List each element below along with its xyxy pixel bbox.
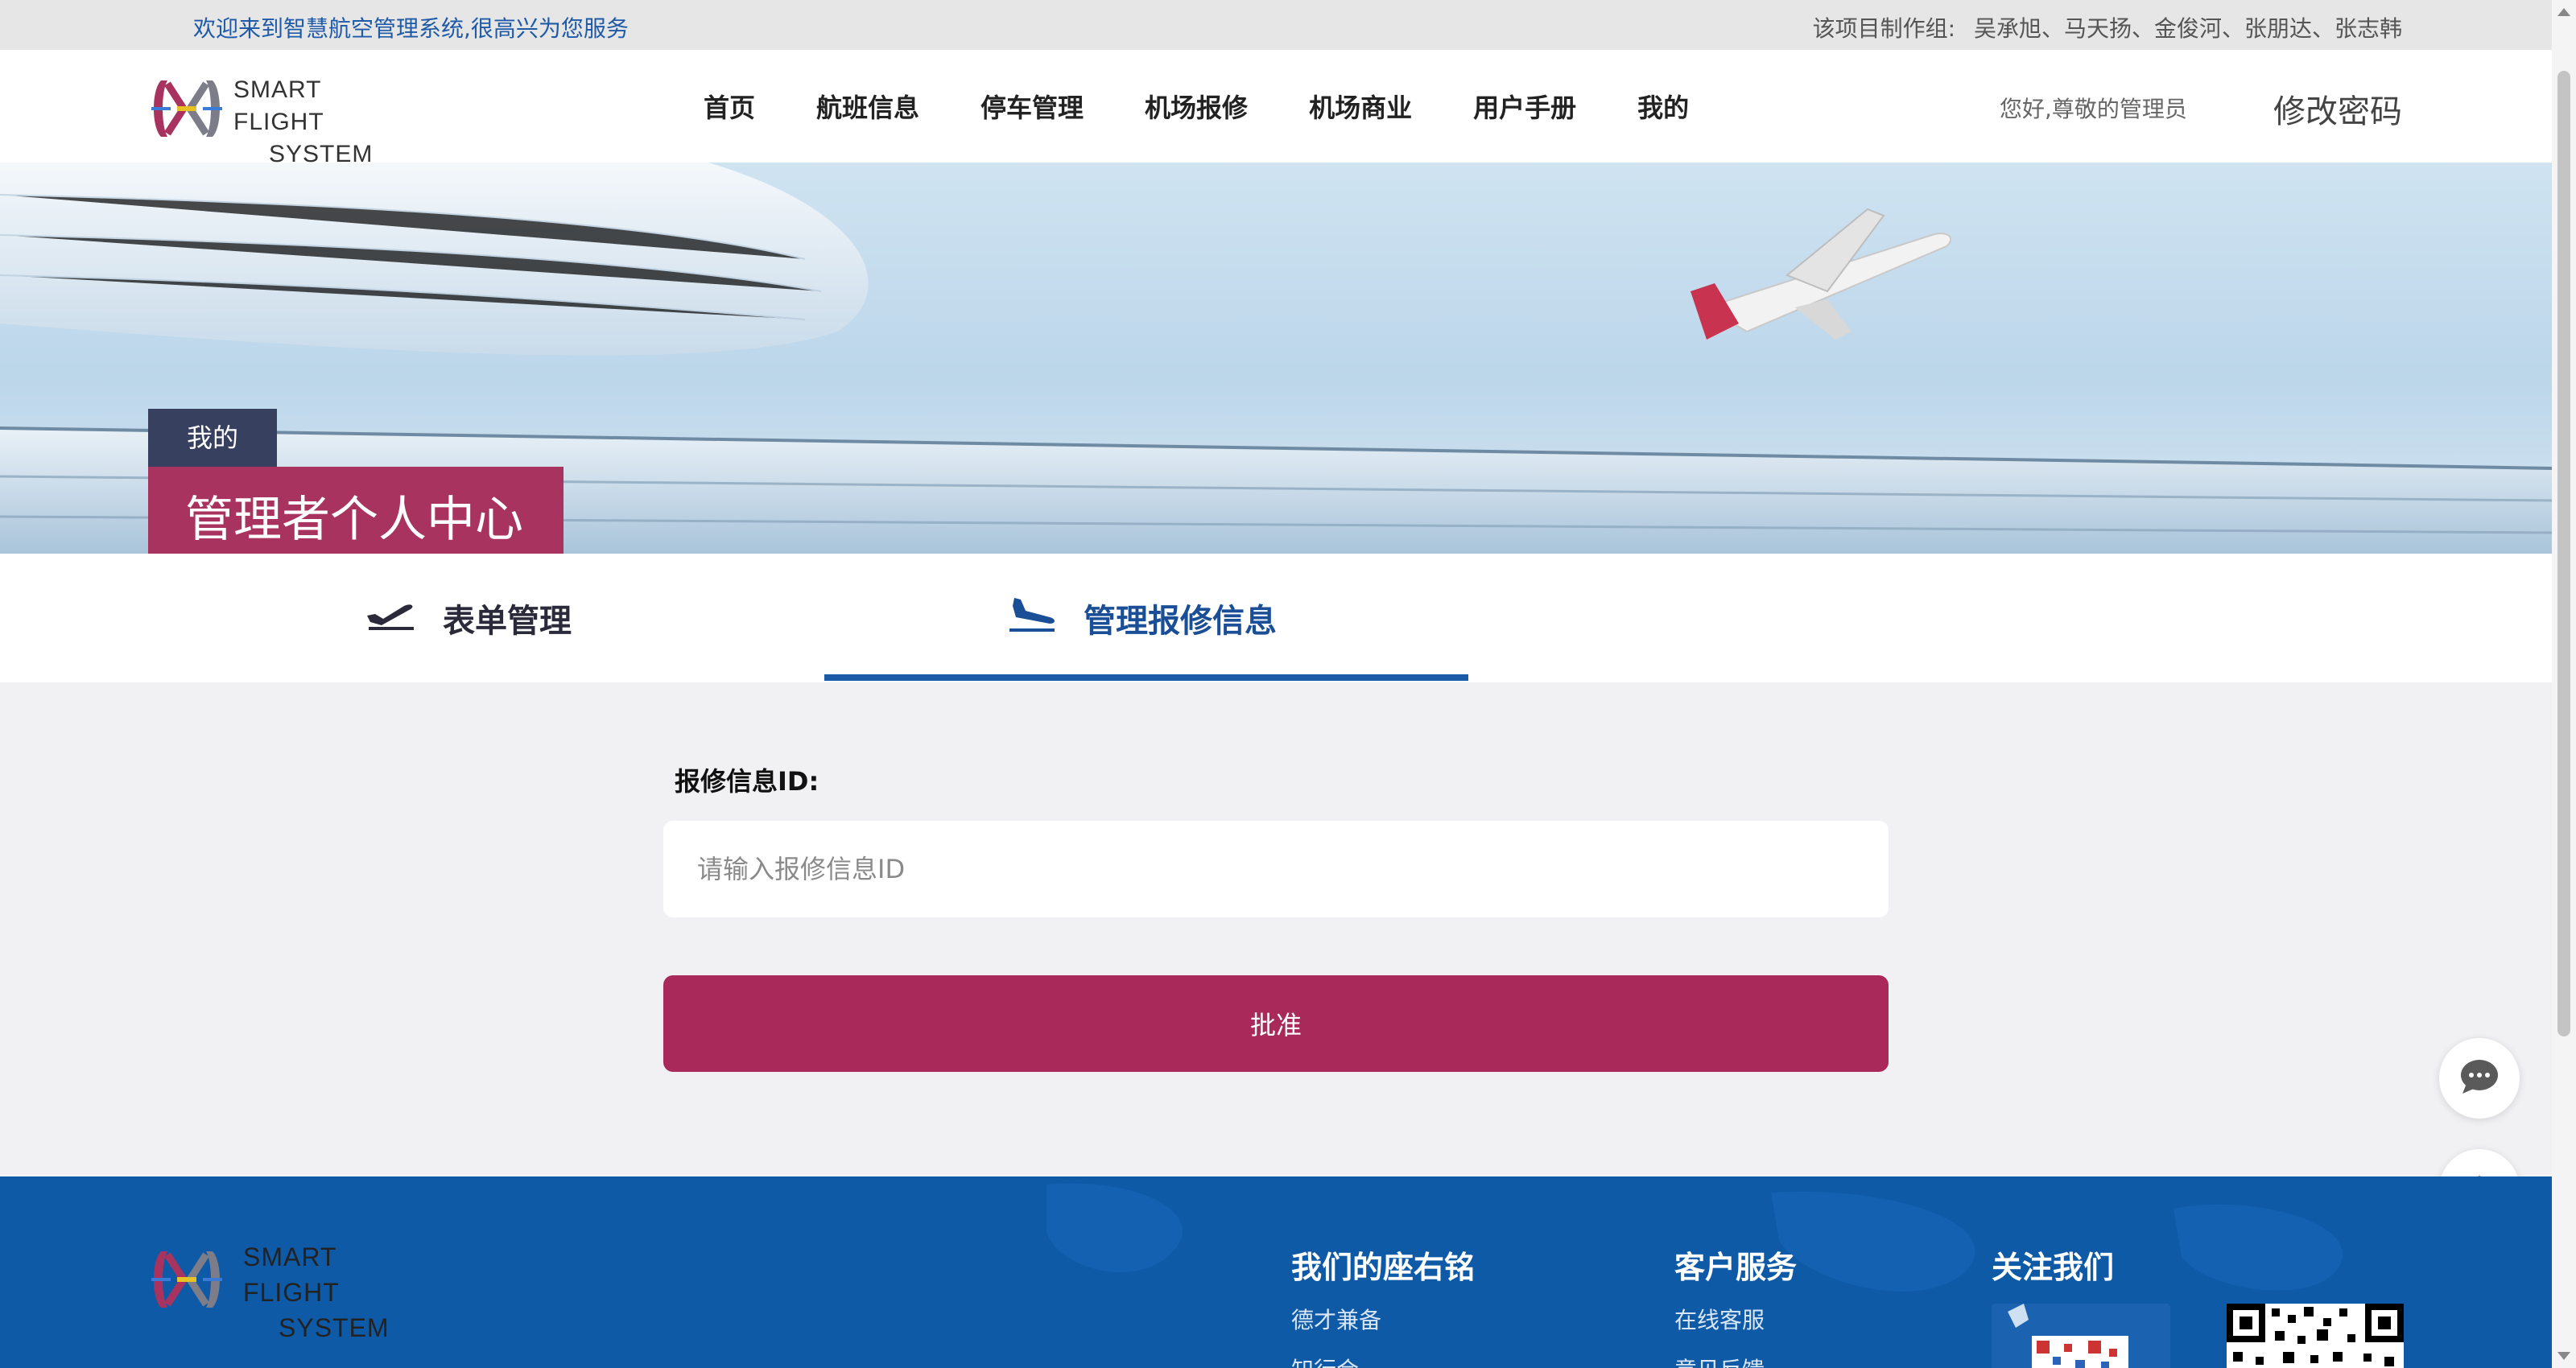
nav-airport-business[interactable]: 机场商业 [1309, 88, 1412, 125]
qr-code-icon [2227, 1304, 2404, 1368]
section-tabs: 表单管理 管理报修信息 [0, 554, 2552, 682]
repair-id-label: 报修信息ID: [675, 766, 819, 797]
wechat-qr-code-icon [1992, 1304, 2170, 1368]
site-logo[interactable]: SMART FLIGHT SYSTEM [147, 72, 404, 167]
site-header: SMART FLIGHT SYSTEM 首页 航班信息 停车管理 机场报修 机场… [0, 50, 2552, 167]
nav-user-manual[interactable]: 用户手册 [1473, 88, 1576, 125]
nav-home[interactable]: 首页 [704, 88, 755, 125]
nav-parking[interactable]: 停车管理 [980, 88, 1084, 125]
credits-names: 吴承旭、马天扬、金俊河、张朋达、张志韩 [1973, 15, 2402, 42]
top-info-bar: 欢迎来到智慧航空管理系统,很高兴为您服务 该项目制作组: 吴承旭、马天扬、金俊河… [0, 0, 2552, 50]
nav-flight-info[interactable]: 航班信息 [816, 88, 919, 125]
footer-logo-text: SMART FLIGHT SYSTEM [243, 1239, 436, 1345]
active-tab-indicator [824, 674, 1468, 681]
breadcrumb-mine[interactable]: 我的 [148, 409, 277, 467]
airplane-icon [1690, 208, 1952, 340]
change-password-link[interactable]: 修改密码 [2273, 85, 2402, 132]
logo-mark-icon [151, 80, 222, 137]
footer-motto-title: 我们的座右铭 [1291, 1250, 1476, 1285]
tab-form-management-label: 表单管理 [443, 603, 572, 640]
welcome-message: 欢迎来到智慧航空管理系统,很高兴为您服务 [193, 15, 629, 42]
main-nav: 首页 航班信息 停车管理 机场报修 机场商业 用户手册 我的 [704, 50, 1750, 163]
nav-mine[interactable]: 我的 [1637, 88, 1689, 125]
chat-button[interactable] [2439, 1038, 2520, 1119]
footer-motto-item: 知行合一 [1291, 1353, 1475, 1368]
footer-logo-line-1: SMART FLIGHT [243, 1242, 340, 1307]
page-title: 管理者个人中心 [148, 467, 564, 554]
logo-line-1: SMART FLIGHT [233, 76, 324, 135]
footer-online-service-link[interactable]: 在线客服 [1674, 1303, 1797, 1335]
page-scrollbar[interactable] [2552, 0, 2576, 1368]
nav-airport-repair[interactable]: 机场报修 [1145, 88, 1248, 125]
admin-greeting: 您好,尊敬的管理员 [2000, 96, 2187, 122]
footer-service-column: 客户服务 在线客服 意见反馈 [1674, 1242, 1797, 1368]
footer-logo-line-2: SYSTEM [279, 1313, 390, 1342]
credits-label: 该项目制作组: [1812, 15, 1956, 42]
chat-bubble-icon [2459, 1058, 2500, 1098]
footer-logo[interactable]: SMART FLIGHT SYSTEM [147, 1239, 436, 1342]
project-credits: 该项目制作组: 吴承旭、马天扬、金俊河、张朋达、张志韩 [1802, 11, 2402, 43]
logo-text: SMART FLIGHT SYSTEM [233, 74, 404, 171]
repair-id-input[interactable] [663, 821, 1889, 917]
tab-manage-repair-info-label: 管理报修信息 [1084, 603, 1277, 640]
footer-feedback-link[interactable]: 意见反馈 [1674, 1353, 1797, 1368]
tab-form-management[interactable]: 表单管理 [365, 554, 572, 682]
site-footer: SMART FLIGHT SYSTEM 我们的座右铭 德才兼备 知行合一 客户服… [0, 1176, 2552, 1368]
plane-landing-icon [1006, 596, 1058, 640]
footer-service-title: 客户服务 [1674, 1250, 1798, 1285]
scroll-down-arrow-icon[interactable] [2557, 1352, 2570, 1360]
footer-logo-mark-icon [151, 1251, 222, 1308]
plane-takeoff-icon [365, 598, 417, 638]
footer-motto-column: 我们的座右铭 德才兼备 知行合一 [1291, 1242, 1475, 1368]
footer-motto-item: 德才兼备 [1291, 1307, 1382, 1333]
footer-follow-column: 关注我们 [1992, 1242, 2114, 1303]
footer-follow-title: 关注我们 [1992, 1250, 2115, 1285]
hero-banner: 我的 管理者个人中心 [0, 163, 2552, 554]
approve-button[interactable]: 批准 [663, 975, 1889, 1072]
scrollbar-thumb[interactable] [2557, 71, 2570, 1036]
scroll-up-arrow-icon[interactable] [2557, 8, 2570, 16]
tab-manage-repair-info[interactable]: 管理报修信息 [1006, 554, 1277, 682]
